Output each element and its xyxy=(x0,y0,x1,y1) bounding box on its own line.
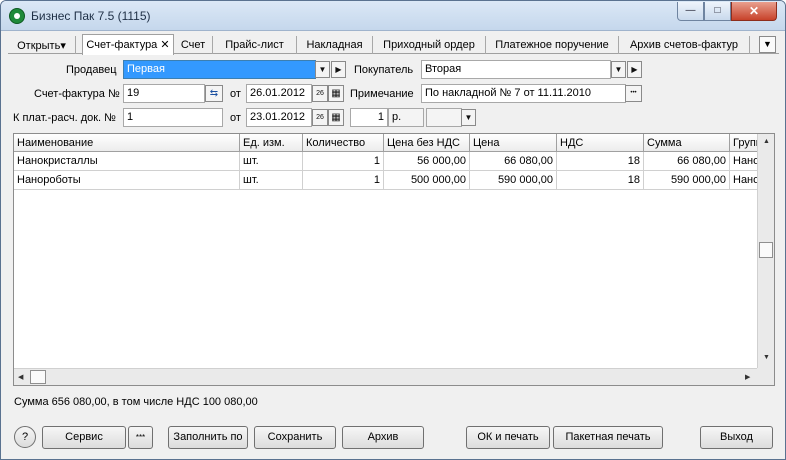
column-header-vat[interactable]: НДС xyxy=(557,134,644,152)
payment-doc-input[interactable]: 1 xyxy=(123,108,223,127)
more-options-button[interactable]: *** xyxy=(128,426,153,449)
payment-date-input[interactable]: 23.01.2012 xyxy=(246,108,312,127)
column-header-price-net[interactable]: Цена без НДС xyxy=(384,134,470,152)
column-header-sum[interactable]: Сумма xyxy=(644,134,730,152)
tab-open-menu[interactable]: Открыть▾ xyxy=(8,36,76,54)
buyer-open-arrow-icon[interactable]: ▶ xyxy=(627,61,642,78)
invoice-date-input[interactable]: 26.01.2012 xyxy=(246,84,312,103)
column-header-price[interactable]: Цена xyxy=(470,134,557,152)
column-header-unit[interactable]: Ед. изм. xyxy=(240,134,303,152)
currency-alt-select[interactable] xyxy=(426,108,462,127)
note-ellipsis-button[interactable]: ••• xyxy=(625,85,642,102)
rate-input[interactable]: 1 xyxy=(350,108,388,127)
table-cell-unit[interactable]: шт. xyxy=(240,171,303,190)
invoice-number-input[interactable]: 19 xyxy=(123,84,205,103)
save-button[interactable]: Сохранить xyxy=(254,426,336,449)
tab-payment-order[interactable]: Платежное поручение xyxy=(486,36,619,54)
table-cell-quantity[interactable]: 1 xyxy=(303,171,384,190)
service-button[interactable]: Сервис xyxy=(42,426,126,449)
table-cell-vat[interactable]: 18 xyxy=(557,171,644,190)
scroll-left-icon[interactable]: ◀ xyxy=(18,373,23,381)
tab-invoice[interactable]: Счет-фактура ✕ xyxy=(82,34,174,55)
seller-select[interactable]: Первая xyxy=(123,60,316,79)
app-logo-icon xyxy=(9,8,25,24)
window-title: Бизнес Пак 7.5 (1115) xyxy=(31,9,151,23)
note-label: Примечание xyxy=(350,88,414,100)
table-cell-price[interactable]: 66 080,00 xyxy=(470,152,557,171)
table-cell-unit[interactable]: шт. xyxy=(240,152,303,171)
payment-date-label: от xyxy=(230,112,241,124)
maximize-button[interactable]: □ xyxy=(704,2,731,21)
scroll-right-icon[interactable]: ▶ xyxy=(745,373,750,381)
minimize-button[interactable]: — xyxy=(677,2,704,21)
invoice-number-label: Счет-фактура № xyxy=(34,88,120,100)
payment-calendar-icon[interactable]: ▦ xyxy=(328,109,344,126)
scroll-down-icon[interactable]: ▼ xyxy=(763,354,770,361)
table-cell-price[interactable]: 590 000,00 xyxy=(470,171,557,190)
tab-invoice-archive[interactable]: Архив счетов-фактур xyxy=(619,36,750,54)
scroll-up-icon[interactable]: ▲ xyxy=(763,138,770,145)
tab-strip: Открыть▾ Счет-фактура ✕ Счет Прайс-лист … xyxy=(8,34,779,55)
table-cell-vat[interactable]: 18 xyxy=(557,152,644,171)
invoice-date-label: от xyxy=(230,88,241,100)
seller-open-arrow-icon[interactable]: ▶ xyxy=(331,61,346,78)
tab-waybill[interactable]: Накладная xyxy=(297,36,373,54)
archive-button[interactable]: Архив xyxy=(342,426,424,449)
payment-date-day-icon[interactable]: 26 xyxy=(312,109,328,126)
close-button[interactable]: ✕ xyxy=(731,2,777,21)
column-header-name[interactable]: Наименование xyxy=(14,134,240,152)
buyer-dropdown-button[interactable]: ▼ xyxy=(611,61,626,78)
note-input[interactable]: По накладной № 7 от 11.11.2010 xyxy=(421,84,626,103)
fill-by-button[interactable]: Заполнить по xyxy=(168,426,248,449)
scroll-corner xyxy=(757,368,774,385)
currency-dropdown-button[interactable]: ▼ xyxy=(461,109,476,126)
table-cell-quantity[interactable]: 1 xyxy=(303,152,384,171)
tab-bill[interactable]: Счет xyxy=(174,36,213,54)
seller-label: Продавец xyxy=(66,64,117,76)
payment-doc-label: К плат.-расч. док. № xyxy=(13,112,116,124)
vertical-scroll-thumb[interactable] xyxy=(759,242,773,258)
tab-price-list[interactable]: Прайс-лист xyxy=(213,36,297,54)
table-cell-name[interactable]: Нанокристаллы xyxy=(14,152,240,171)
app-window: Бизнес Пак 7.5 (1115) — □ ✕ Открыть▾ Сче… xyxy=(0,0,786,460)
help-icon[interactable]: ? xyxy=(14,426,36,448)
table-cell-sum[interactable]: 590 000,00 xyxy=(644,171,730,190)
buyer-label: Покупатель xyxy=(354,64,414,76)
table-cell-name[interactable]: Нанороботы xyxy=(14,171,240,190)
calendar-icon[interactable]: ▦ xyxy=(328,85,344,102)
client-area: Открыть▾ Счет-фактура ✕ Счет Прайс-лист … xyxy=(8,31,779,453)
exit-button[interactable]: Выход xyxy=(700,426,773,449)
currency-select[interactable]: р. xyxy=(388,108,424,127)
tab-receipt-order[interactable]: Приходный ордер xyxy=(373,36,486,54)
table-cell-group[interactable]: Наноиз xyxy=(730,171,760,190)
title-bar[interactable]: Бизнес Пак 7.5 (1115) — □ ✕ xyxy=(1,1,785,31)
items-table[interactable]: Наименование Ед. изм. Количество Цена бе… xyxy=(13,133,775,386)
table-cell-sum[interactable]: 66 080,00 xyxy=(644,152,730,171)
horizontal-scroll-thumb[interactable] xyxy=(30,370,46,384)
batch-print-button[interactable]: Пакетная печать xyxy=(553,426,663,449)
horizontal-scrollbar[interactable]: ◀ ▶ xyxy=(14,368,759,385)
column-header-quantity[interactable]: Количество xyxy=(303,134,384,152)
swap-icon[interactable]: ⇆ xyxy=(205,85,223,102)
status-summary: Сумма 656 080,00, в том числе НДС 100 08… xyxy=(14,396,258,408)
table-cell-price-net[interactable]: 500 000,00 xyxy=(384,171,470,190)
tab-scroll-button[interactable]: ▼ xyxy=(759,36,776,53)
seller-dropdown-button[interactable]: ▼ xyxy=(315,61,330,78)
table-cell-price-net[interactable]: 56 000,00 xyxy=(384,152,470,171)
vertical-scrollbar[interactable]: ▲ ▼ xyxy=(757,134,774,368)
date-day-icon[interactable]: 26 xyxy=(312,85,328,102)
buyer-select[interactable]: Вторая xyxy=(421,60,611,79)
column-header-group[interactable]: Группа xyxy=(730,134,760,152)
table-cell-group[interactable]: Наноиз xyxy=(730,152,760,171)
ok-print-button[interactable]: ОК и печать xyxy=(466,426,550,449)
